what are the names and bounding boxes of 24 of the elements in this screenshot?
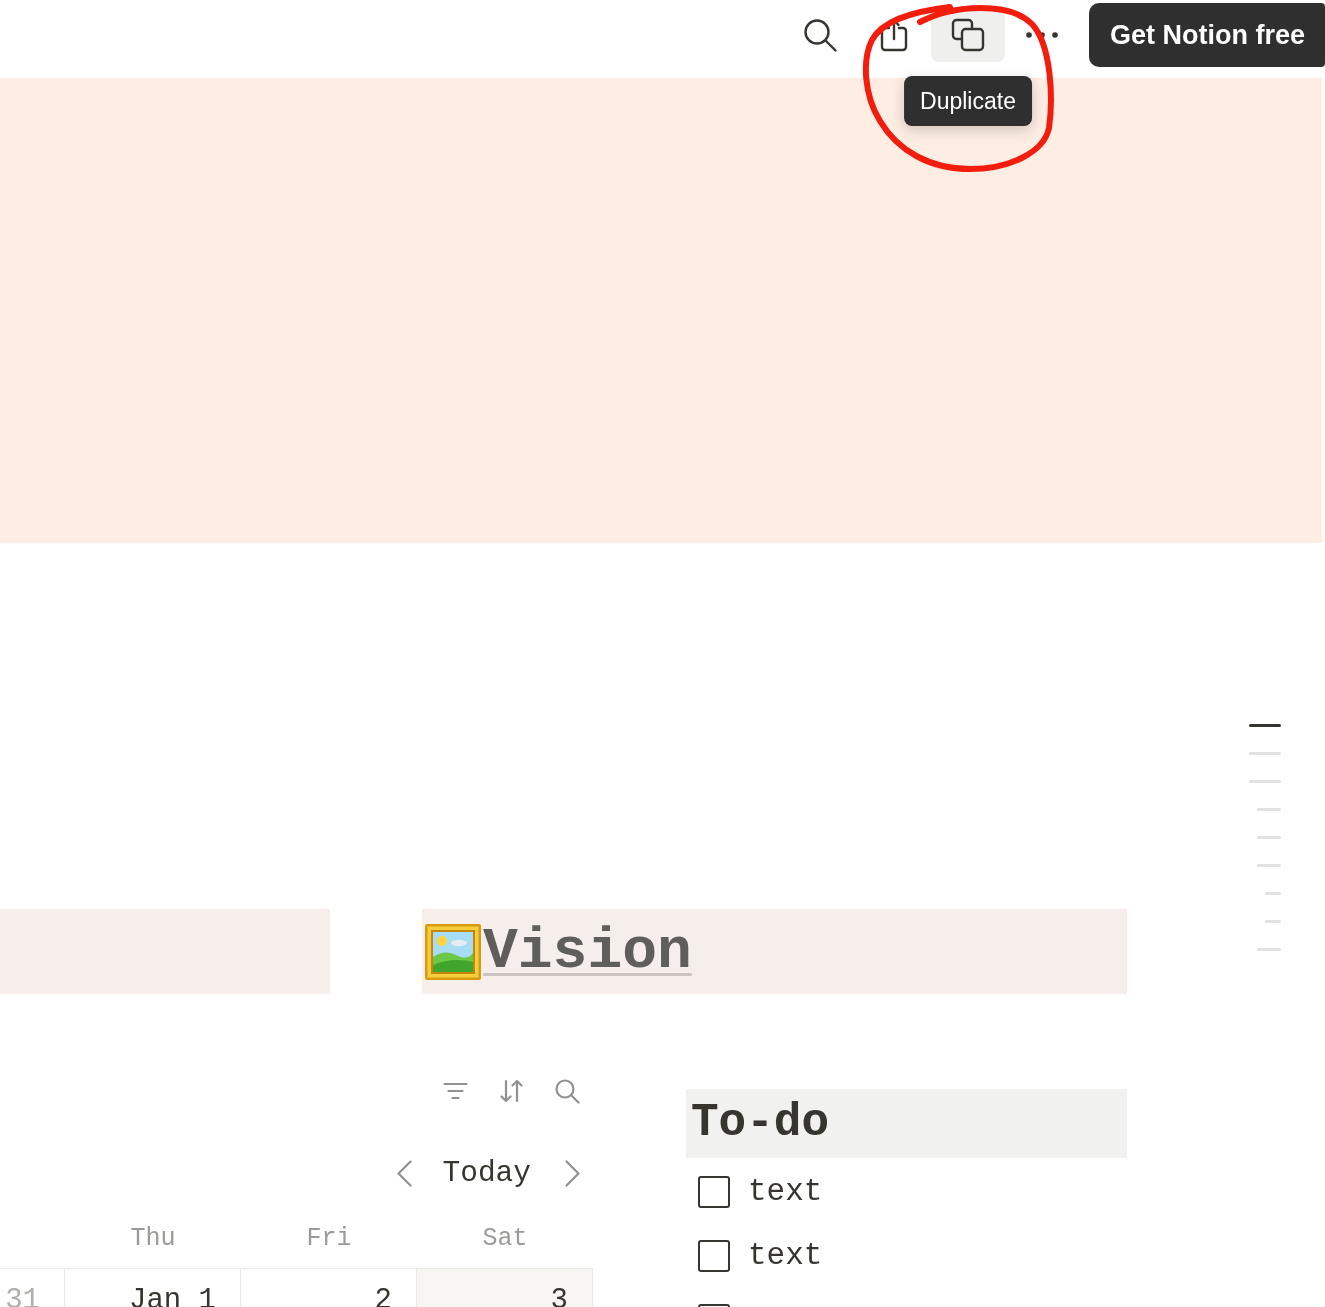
more-button[interactable] [1025,31,1059,39]
weekday-label: Thu [130,1224,176,1254]
framed-picture-icon [425,923,481,980]
copy-icon [951,18,985,52]
page-link[interactable]: Vision [483,922,692,981]
todo-text: text [748,1237,823,1275]
chevron-left-icon[interactable] [397,1159,413,1187]
today-button[interactable]: Today [442,1158,531,1188]
cta-button[interactable]: Get Notion free [1089,3,1325,67]
todo-heading: To-do [686,1089,1127,1158]
todo-text: text [748,1173,823,1211]
filter-icon[interactable] [443,1082,468,1100]
weekday-label: Fri [306,1224,352,1254]
weekday-label: Sat [482,1224,528,1254]
more-icon [1025,31,1059,39]
search-icon [803,18,837,52]
todo-checkbox[interactable] [698,1176,730,1208]
tooltip: Duplicate [904,76,1032,126]
sort-icon[interactable] [499,1079,524,1103]
search-icon[interactable] [555,1078,580,1104]
chevron-right-icon[interactable] [565,1159,580,1187]
toc-line-icon[interactable] [1249,724,1281,727]
todo-checkbox[interactable] [698,1240,730,1272]
search-button[interactable] [803,18,837,52]
